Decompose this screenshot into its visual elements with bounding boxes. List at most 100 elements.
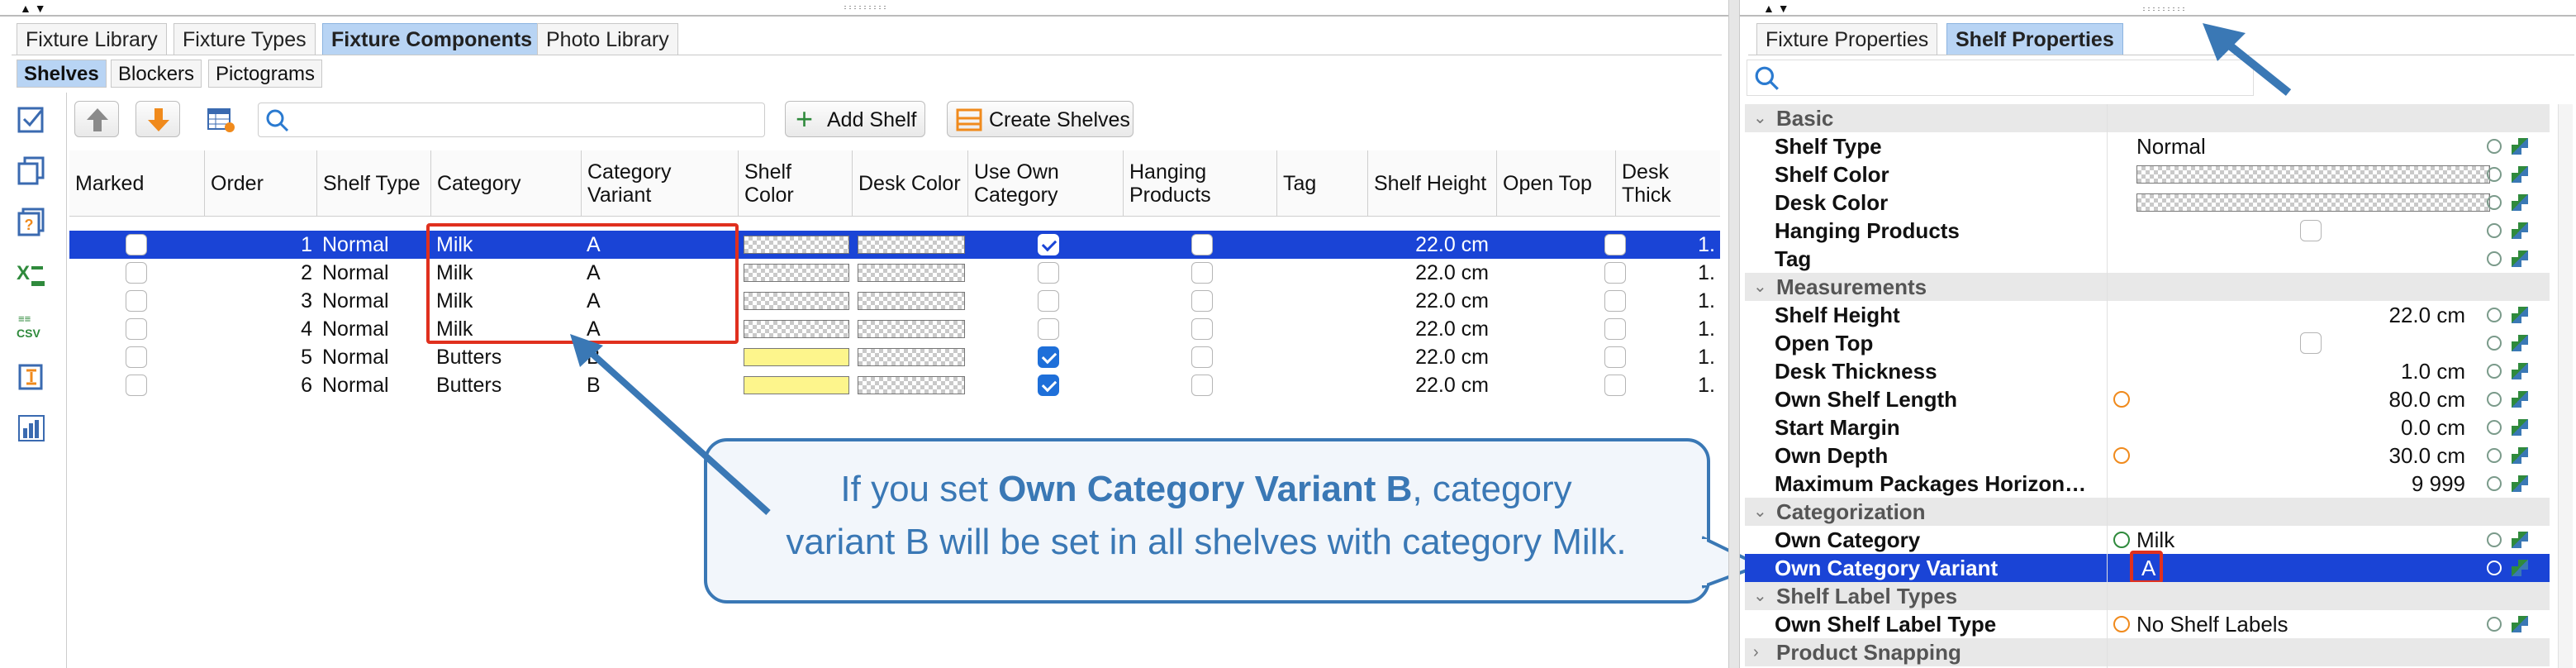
subtab-blockers[interactable]: Blockers <box>111 60 202 88</box>
color-swatch[interactable] <box>2136 193 2490 212</box>
property-row[interactable]: Own Category Variant A <box>1745 551 2550 584</box>
table-row[interactable]: 3 Normal Milk A 22.0 cm 1. <box>69 287 1720 315</box>
link-icon[interactable] <box>2512 419 2528 436</box>
property-checkbox[interactable] <box>2300 332 2322 354</box>
order-cell[interactable]: 1 <box>205 231 317 259</box>
col-hanging-products[interactable]: Hanging Products <box>1124 150 1277 217</box>
order-cell[interactable]: 4 <box>205 315 317 343</box>
right-collapse-arrows[interactable]: ▲ ▼ <box>1763 2 1789 15</box>
tag-cell[interactable] <box>1277 259 1368 287</box>
desk-thick-cell[interactable]: 1. <box>1616 259 1720 287</box>
shelf-height-cell[interactable]: 22.0 cm <box>1368 371 1494 399</box>
reset-icon[interactable] <box>2487 364 2502 379</box>
shelf-height-cell[interactable]: 22.0 cm <box>1368 231 1494 259</box>
use-own-category-checkbox[interactable] <box>1038 318 1059 340</box>
property-search-input[interactable] <box>1747 60 2254 96</box>
property-row[interactable]: Desk Color <box>1745 188 2550 217</box>
reset-icon[interactable] <box>2487 139 2502 154</box>
move-up-button[interactable] <box>74 101 119 137</box>
col-shelf-height[interactable]: Shelf Height <box>1368 150 1497 217</box>
desk-color-swatch[interactable] <box>858 348 965 366</box>
marked-checkbox[interactable] <box>126 318 147 340</box>
link-icon[interactable] <box>2512 391 2528 408</box>
marked-checkbox[interactable] <box>126 234 147 255</box>
link-icon[interactable] <box>2512 560 2528 576</box>
reset-icon[interactable] <box>2487 167 2502 182</box>
search-input[interactable] <box>258 103 765 137</box>
link-icon[interactable] <box>2512 307 2528 323</box>
property-row[interactable]: Desk Thickness 1.0 cm <box>1745 357 2550 385</box>
tag-cell[interactable] <box>1277 371 1368 399</box>
shelf-height-cell[interactable]: 22.0 cm <box>1368 259 1494 287</box>
table-row[interactable]: 4 Normal Milk A 22.0 cm 1. <box>69 315 1720 343</box>
subtab-pictograms[interactable]: Pictograms <box>208 60 323 88</box>
marked-checkbox[interactable] <box>126 375 147 396</box>
link-icon[interactable] <box>2512 194 2528 211</box>
sort-icon[interactable] <box>17 362 46 392</box>
property-section[interactable]: ⌄ Categorization <box>1745 498 2550 526</box>
property-value[interactable]: A <box>2141 554 2155 582</box>
desk-color-swatch[interactable] <box>858 292 965 310</box>
property-row[interactable]: Own Shelf Label Type No Shelf Labels <box>1745 610 2550 638</box>
property-row[interactable]: Own Depth 30.0 cm <box>1745 441 2550 470</box>
col-use-own-category[interactable]: Use Own Category <box>968 150 1124 217</box>
property-section[interactable]: ⌄ Shelf Label Types <box>1745 582 2550 610</box>
link-icon[interactable] <box>2512 532 2528 548</box>
reset-icon[interactable] <box>2487 617 2502 632</box>
shelf-type-cell[interactable]: Normal <box>317 259 431 287</box>
link-icon[interactable] <box>2512 335 2528 351</box>
chevron-down-icon[interactable]: ⌄ <box>1753 582 1767 610</box>
hanging-products-checkbox[interactable] <box>1191 375 1213 396</box>
chevron-down-icon[interactable]: ⌄ <box>1753 104 1767 132</box>
reset-icon[interactable] <box>2487 392 2502 407</box>
col-shelf-color[interactable]: Shelf Color <box>739 150 853 217</box>
tag-cell[interactable] <box>1277 343 1368 371</box>
property-row[interactable]: Maximum Packages Horizon… 9 999 <box>1745 470 2550 498</box>
table-row[interactable]: 5 Normal Butters B 22.0 cm 1. <box>69 343 1720 371</box>
property-checkbox[interactable] <box>2300 220 2322 241</box>
col-open-top[interactable]: Open Top <box>1497 150 1616 217</box>
desk-thick-cell[interactable]: 1. <box>1616 231 1720 259</box>
right-splitter-handle[interactable] <box>2141 7 2188 12</box>
marked-checkbox[interactable] <box>126 290 147 312</box>
subtab-shelves[interactable]: Shelves <box>17 60 107 88</box>
reset-icon[interactable] <box>2487 195 2502 210</box>
table-row[interactable]: 6 Normal Butters B 22.0 cm 1. <box>69 371 1720 399</box>
property-value[interactable]: 0.0 cm <box>2401 413 2465 441</box>
tab-fixture-types[interactable]: Fixture Types <box>173 23 316 55</box>
property-row[interactable]: Own Shelf Length 80.0 cm <box>1745 385 2550 413</box>
col-desk-thick[interactable]: Desk Thick <box>1616 150 1720 217</box>
desk-color-swatch[interactable] <box>858 264 965 282</box>
reset-icon[interactable] <box>2487 251 2502 266</box>
col-marked[interactable]: Marked <box>69 150 205 217</box>
property-row[interactable]: Hanging Products <box>1745 217 2550 245</box>
tab-fixture-properties[interactable]: Fixture Properties <box>1756 23 1938 55</box>
marked-checkbox[interactable] <box>126 262 147 284</box>
desk-color-swatch[interactable] <box>858 236 965 254</box>
add-shelf-button[interactable]: + Add Shelf <box>785 101 925 137</box>
shelf-color-swatch[interactable] <box>744 264 849 282</box>
chevron-right-icon[interactable]: › <box>1753 638 1759 666</box>
excel-icon[interactable]: X <box>17 260 46 289</box>
table-row[interactable]: 1 Normal Milk A 22.0 cm 1. <box>69 231 1720 259</box>
property-value[interactable]: Normal <box>2136 132 2206 160</box>
property-row[interactable]: Shelf Color <box>1745 160 2550 188</box>
property-value[interactable]: 30.0 cm <box>2389 441 2466 470</box>
create-shelves-button[interactable]: Create Shelves <box>947 101 1134 137</box>
shelf-type-cell[interactable]: Normal <box>317 231 431 259</box>
shelf-height-cell[interactable]: 22.0 cm <box>1368 287 1494 315</box>
shelf-height-cell[interactable]: 22.0 cm <box>1368 315 1494 343</box>
shelf-color-swatch[interactable] <box>744 236 849 254</box>
tab-shelf-properties[interactable]: Shelf Properties <box>1946 23 2123 55</box>
shelf-type-cell[interactable]: Normal <box>317 287 431 315</box>
tab-photo-library[interactable]: Photo Library <box>537 23 678 55</box>
chart-icon[interactable] <box>17 413 46 443</box>
tag-cell[interactable] <box>1277 287 1368 315</box>
hanging-products-checkbox[interactable] <box>1191 290 1213 312</box>
desk-color-swatch[interactable] <box>858 320 965 338</box>
tag-cell[interactable] <box>1277 315 1368 343</box>
reset-icon[interactable] <box>2487 448 2502 463</box>
col-tag[interactable]: Tag <box>1277 150 1368 217</box>
desk-thick-cell[interactable]: 1. <box>1616 371 1720 399</box>
property-value[interactable]: 80.0 cm <box>2389 385 2466 413</box>
